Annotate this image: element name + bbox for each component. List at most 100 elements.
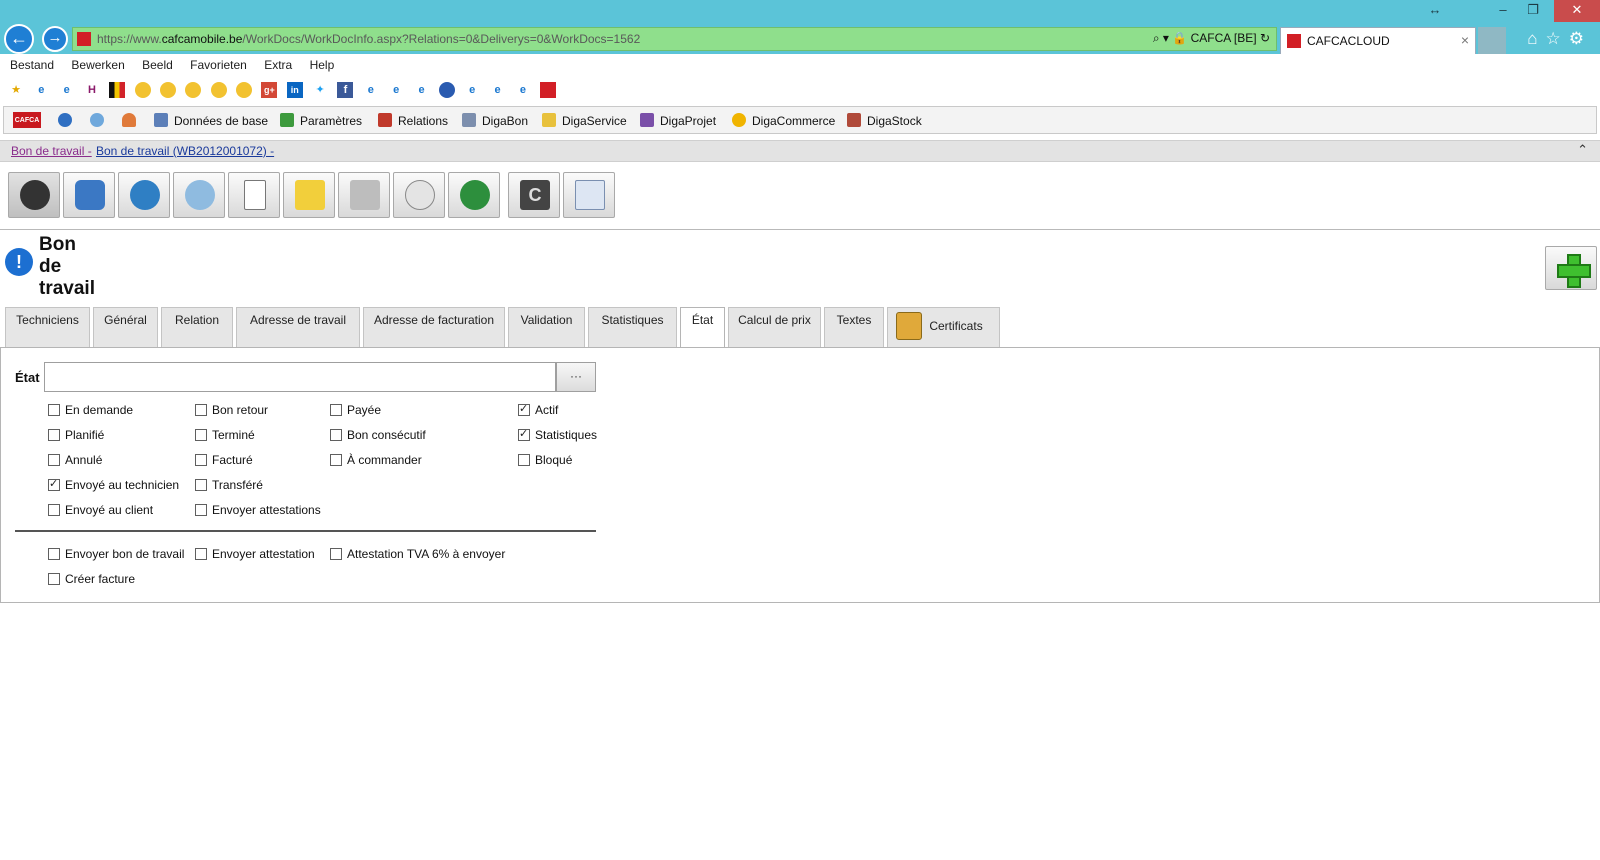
resize-icon[interactable]: ↔ [1420,0,1450,22]
ie-link-icon[interactable]: e [33,82,49,98]
tab-adresse-de-facturation[interactable]: Adresse de facturation [363,307,505,347]
menu-parametres[interactable]: Paramètres [280,113,362,128]
cafca-tool-button[interactable]: C [508,172,560,218]
tab-adresse-de-travail[interactable]: Adresse de travail [236,307,360,347]
lock-icon[interactable]: 🔒 [1172,31,1187,45]
menu-extra[interactable]: Extra [264,54,292,76]
ie-link-icon[interactable]: e [388,82,404,98]
restore-button[interactable]: ❐ [1518,0,1548,22]
etat-lookup-button[interactable]: ··· [556,362,596,392]
back-button[interactable]: ← [4,24,34,54]
menu-donnees-de-base[interactable]: Données de base [154,113,268,128]
tab-calcul-de-prix[interactable]: Calcul de prix [728,307,821,347]
checkbox-box[interactable] [518,427,530,441]
menu-relations[interactable]: Relations [378,113,448,128]
add-button[interactable] [1545,246,1597,290]
gear-icon[interactable]: ⚙ [1569,29,1592,48]
menu-beeld[interactable]: Beeld [142,54,173,76]
checkbox-box[interactable] [330,404,342,416]
globe-icon[interactable] [438,82,455,98]
ie-link-icon[interactable]: e [464,82,480,98]
planning-tool-button[interactable] [393,172,445,218]
checkbox-box[interactable] [195,429,207,441]
forward-button[interactable]: → [42,26,68,52]
menu-digastock[interactable]: DigaStock [847,113,922,128]
globe-menu-icon[interactable] [58,113,78,128]
checkbox-box[interactable] [330,548,342,560]
link-icon[interactable] [160,82,177,98]
checkbox-box[interactable] [195,404,207,416]
tab-etat[interactable]: État [680,307,725,348]
checkbox-box[interactable] [195,479,207,491]
ie-link-icon[interactable]: e [363,82,379,98]
link-icon[interactable] [236,82,253,98]
checkbox-box[interactable] [518,402,530,416]
flag-link-icon[interactable] [109,82,126,98]
etat-field[interactable] [44,362,556,392]
h-link-icon[interactable]: H [84,82,100,98]
tab-textes[interactable]: Textes [824,307,884,347]
breadcrumb-link-list[interactable]: Bon de travail - [11,144,92,158]
checkbox-box[interactable] [48,504,60,516]
link-icon[interactable] [185,82,202,98]
browser-tab[interactable]: CAFCACLOUD × [1280,27,1476,54]
search-icon[interactable]: ⌕ ▾ [1153,31,1169,45]
close-tab-icon[interactable]: × [1461,32,1469,48]
checkbox-box[interactable] [48,477,60,491]
checkbox-box[interactable] [48,573,60,585]
cafca-logo[interactable]: CAFCA [13,112,41,128]
document-tool-button[interactable] [228,172,280,218]
settings-doc-tool-button[interactable] [563,172,615,218]
ie-link-icon[interactable]: e [490,82,506,98]
minimize-button[interactable]: – [1488,0,1518,22]
user-icon[interactable] [122,113,142,128]
close-window-button[interactable]: ✕ [1554,0,1600,22]
menu-help[interactable]: Help [310,54,335,76]
checkbox-box[interactable] [48,454,60,466]
tab-relation[interactable]: Relation [161,307,233,347]
technician-tool-button[interactable] [118,172,170,218]
tab-statistiques[interactable]: Statistiques [588,307,677,347]
twitter-icon[interactable]: ✦ [312,82,328,98]
energy-tool-button[interactable] [173,172,225,218]
ie-link-icon[interactable]: e [59,82,75,98]
breadcrumb-link-current[interactable]: Bon de travail (WB2012001072) - [96,144,274,158]
checkbox-box[interactable] [330,454,342,466]
print-tool-button[interactable] [338,172,390,218]
menu-bewerken[interactable]: Bewerken [71,54,124,76]
collapse-up-icon[interactable]: ⌃ [1577,142,1588,158]
favorites-star-icon[interactable]: ★ [8,82,24,98]
tab-techniciens[interactable]: Techniciens [5,307,90,347]
checkbox-box[interactable] [48,548,60,560]
refresh-icon[interactable]: ↻ [1260,31,1270,45]
star-icon[interactable]: ☆ [1546,29,1569,48]
sync-icon[interactable] [90,113,110,128]
site-identity[interactable]: CAFCA [BE] [1191,31,1257,45]
folder-tool-button[interactable] [283,172,335,218]
web-tool-button[interactable] [448,172,500,218]
vehicle-tool-button[interactable] [63,172,115,218]
checkbox-box[interactable] [195,454,207,466]
linkedin-icon[interactable]: in [286,82,303,98]
checkbox-box[interactable] [195,548,207,560]
checkbox-box[interactable] [195,504,207,516]
link-icon[interactable] [210,82,227,98]
address-bar[interactable]: https://www.cafcamobile.be/WorkDocs/Work… [72,27,1277,51]
info-tool-button[interactable] [8,172,60,218]
menu-bestand[interactable]: Bestand [10,54,54,76]
facebook-icon[interactable]: f [337,82,354,98]
checkbox-box[interactable] [330,429,342,441]
checkbox-box[interactable] [518,454,530,466]
cafca-link-icon[interactable] [540,82,557,98]
home-icon[interactable]: ⌂ [1527,29,1545,48]
tab-validation[interactable]: Validation [508,307,585,347]
google-plus-icon[interactable]: g+ [261,82,278,98]
tab-general[interactable]: Général [93,307,158,347]
menu-digaservice[interactable]: DigaService [542,113,627,128]
tab-certificats[interactable]: Certificats [887,307,1000,347]
menu-favorieten[interactable]: Favorieten [190,54,247,76]
link-icon[interactable] [134,82,151,98]
menu-digacommerce[interactable]: DigaCommerce [732,113,835,128]
ie-link-icon[interactable]: e [515,82,531,98]
new-tab-button[interactable] [1478,27,1506,54]
